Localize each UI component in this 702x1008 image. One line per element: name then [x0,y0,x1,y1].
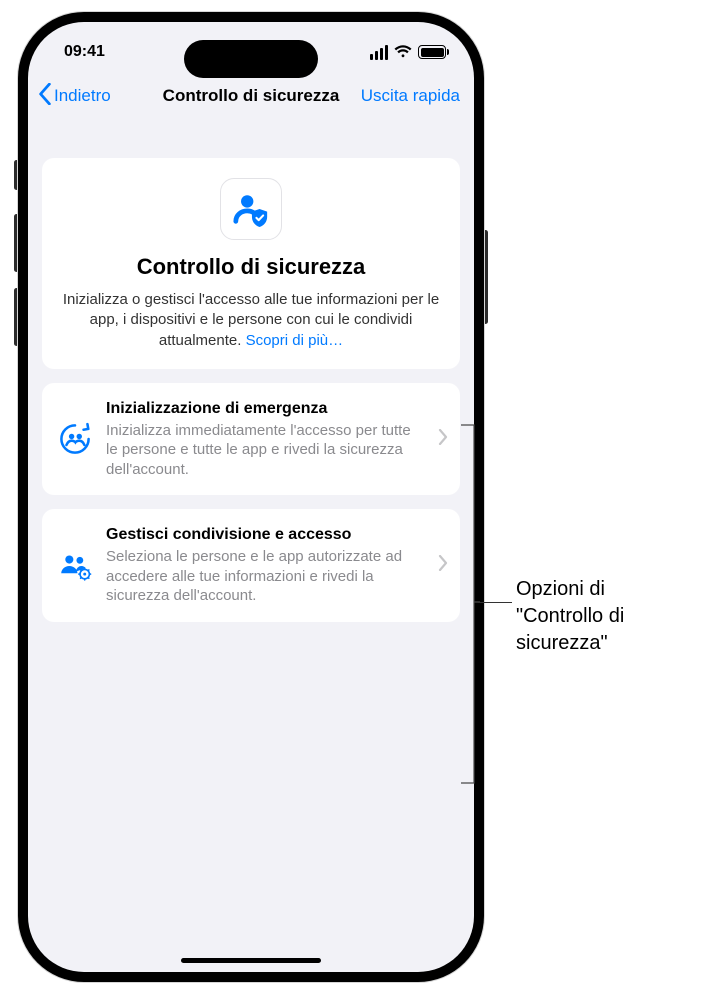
emergency-reset-option[interactable]: Inizializzazione di emergenza Inizializz… [42,383,460,496]
navigation-bar: Indietro Controllo di sicurezza Uscita r… [28,74,474,118]
chevron-right-icon [436,428,450,451]
callout-bracket [460,424,480,784]
screen: 09:41 Indietro [28,22,474,972]
hero-title: Controllo di sicurezza [58,254,444,280]
phone-frame: 09:41 Indietro [18,12,484,982]
nav-title: Controllo di sicurezza [163,86,340,106]
home-indicator [181,958,321,963]
hero-description: Inizializza o gestisci l'accesso alle tu… [58,290,444,351]
back-button[interactable]: Indietro [38,74,111,118]
manage-sharing-icon [56,549,94,583]
chevron-left-icon [38,83,52,110]
manage-sharing-option[interactable]: Gestisci condivisione e accesso Selezion… [42,509,460,622]
cellular-signal-icon [370,45,388,60]
battery-icon [418,45,446,59]
status-time: 09:41 [64,43,105,61]
manage-sharing-description: Seleziona le persone e le app autorizzat… [106,547,424,606]
learn-more-link[interactable]: Scopri di più… [246,332,344,349]
content-area: Controllo di sicurezza Inizializza o ges… [28,118,474,622]
emergency-reset-description: Inizializza immediatamente l'accesso per… [106,421,424,480]
callout-leader-line [478,602,512,604]
dynamic-island [184,40,318,78]
safety-check-icon [220,178,282,240]
chevron-right-icon [436,554,450,577]
manage-sharing-title: Gestisci condivisione e accesso [106,525,424,545]
hero-card: Controllo di sicurezza Inizializza o ges… [42,158,460,369]
emergency-reset-title: Inizializzazione di emergenza [106,399,424,419]
emergency-reset-icon [56,422,94,456]
callout-label: Opzioni di "Controllo di sicurezza" [516,576,686,657]
quick-exit-label: Uscita rapida [361,86,460,106]
wifi-icon [394,45,412,59]
back-label: Indietro [54,86,111,106]
quick-exit-button[interactable]: Uscita rapida [361,74,460,118]
